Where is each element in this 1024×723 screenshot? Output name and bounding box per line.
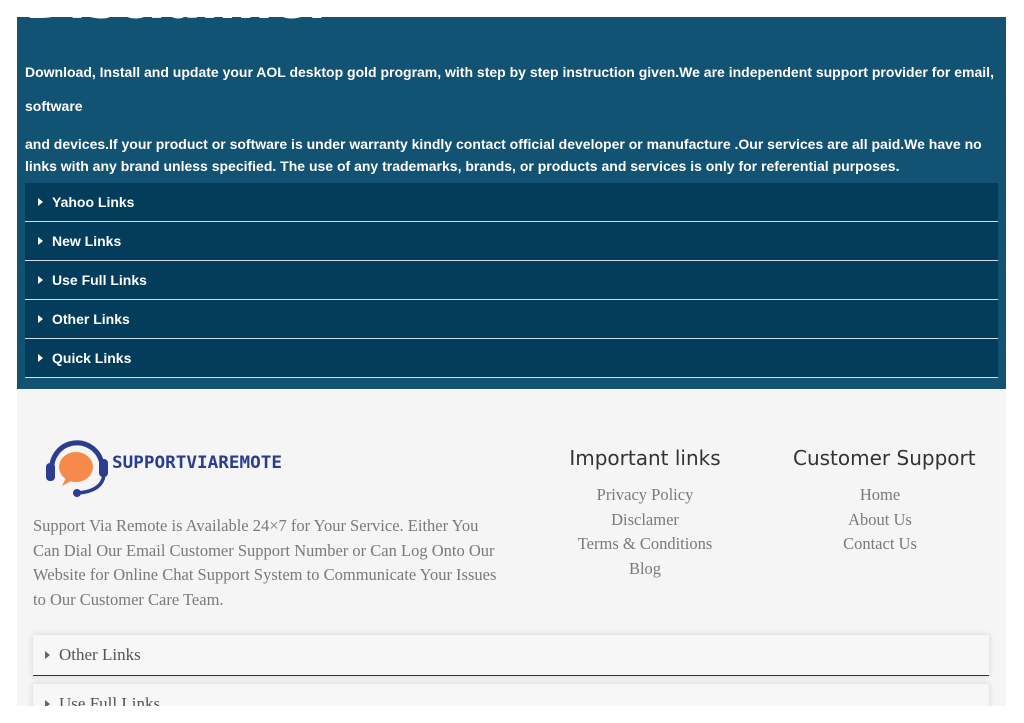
disclamer-link[interactable]: Disclamer [565,508,725,533]
accordion-item-new-links[interactable]: New Links [25,222,998,261]
links-accordion: Yahoo Links New Links Use Full Links Oth… [25,183,998,378]
accordion-item-yahoo-links[interactable]: Yahoo Links [25,183,998,222]
accordion-item-quick-links[interactable]: Quick Links [25,339,998,378]
accordion-item-label: Yahoo Links [52,194,135,210]
disclaimer-title: Disclaimer [25,17,334,33]
important-links-heading: Important links [569,446,721,470]
accordion-item-label: Quick Links [52,350,132,366]
footer-accordion-label: Use Full Links [59,694,161,706]
caret-right-icon [45,651,50,659]
blog-link[interactable]: Blog [565,557,725,582]
accordion-item-label: Other Links [52,311,130,327]
caret-right-icon [38,276,43,284]
terms-conditions-link[interactable]: Terms & Conditions [565,532,725,557]
accordion-item-label: New Links [52,233,122,249]
site-footer: SUPPORTVIAREMOTE Support Via Remote is A… [17,389,1006,706]
disclaimer-text-line-1: Download, Install and update your AOL de… [25,64,994,114]
caret-right-icon [45,700,50,706]
caret-right-icon [38,354,43,362]
page-frame: Disclaimer Download, Install and update … [17,17,1006,706]
privacy-policy-link[interactable]: Privacy Policy [565,483,725,508]
footer-accordion-label: Other Links [59,645,141,664]
customer-support-heading: Customer Support [793,446,976,470]
disclaimer-text-line-2: and devices.If your product or software … [25,136,982,174]
logo-wordmark: SUPPORTVIAREMOTE [112,453,282,472]
important-links-column: Important links Privacy Policy Disclamer… [565,443,725,581]
footer-accordion-header[interactable]: Other Links [33,635,989,675]
disclaimer-text: Download, Install and update your AOL de… [25,55,1000,177]
headset-chat-icon [46,440,108,497]
caret-right-icon [38,315,43,323]
about-text: Support Via Remote is Available 24×7 for… [33,516,497,609]
footer-accordion-other-links[interactable]: Other Links [33,635,989,676]
about-us-link[interactable]: About Us [793,508,967,533]
footer-accordion-use-full-links[interactable]: Use Full Links [33,684,989,706]
contact-us-link[interactable]: Contact Us [793,532,967,557]
disclaimer-section: Disclaimer Download, Install and update … [17,17,1006,389]
site-logo[interactable]: SUPPORTVIAREMOTE [44,435,284,499]
caret-right-icon [38,237,43,245]
home-link[interactable]: Home [793,483,967,508]
accordion-item-use-full-links[interactable]: Use Full Links [25,261,998,300]
accordion-item-other-links[interactable]: Other Links [25,300,998,339]
customer-support-column: Customer Support Home About Us Contact U… [793,443,976,557]
accordion-item-label: Use Full Links [52,272,147,288]
footer-accordion-header[interactable]: Use Full Links [33,684,989,706]
caret-right-icon [38,198,43,206]
